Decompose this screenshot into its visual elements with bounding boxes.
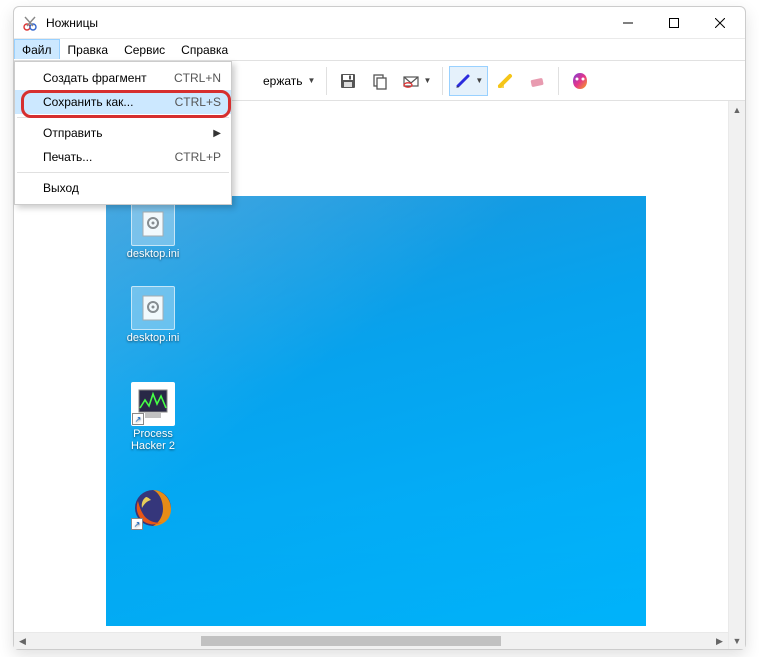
toolbar-separator <box>442 67 443 95</box>
ini-file-icon <box>131 286 175 330</box>
copy-button[interactable] <box>365 66 395 96</box>
menu-exit-label: Выход <box>43 181 221 195</box>
menu-new-snip-shortcut: CTRL+N <box>174 71 221 85</box>
scrollbar-thumb[interactable] <box>201 636 501 646</box>
menu-exit[interactable]: Выход <box>15 176 231 200</box>
menu-separator <box>17 172 229 173</box>
menu-print[interactable]: Печать... CTRL+P <box>15 145 231 169</box>
copy-icon <box>371 72 389 90</box>
shortcut-arrow-icon: ↗ <box>132 413 144 425</box>
desktop-firefox-icon: ↗ <box>120 486 186 532</box>
menu-file[interactable]: Файл Создать фрагмент CTRL+N Сохранить к… <box>14 39 60 60</box>
submenu-chevron-icon: ▶ <box>213 128 221 139</box>
menu-edit[interactable]: Правка <box>60 39 117 60</box>
eraser-button[interactable] <box>522 66 552 96</box>
menu-file-label: Файл <box>22 43 52 57</box>
menu-send-label: Отправить <box>43 126 221 140</box>
scroll-down-icon[interactable]: ▼ <box>729 632 746 649</box>
save-button[interactable] <box>333 66 363 96</box>
scroll-right-icon[interactable]: ▶ <box>711 633 728 650</box>
envelope-icon <box>402 72 420 90</box>
paint3d-icon <box>570 71 590 91</box>
menu-help[interactable]: Справка <box>173 39 236 60</box>
menu-print-label: Печать... <box>43 150 175 164</box>
caret-down-icon: ▼ <box>308 76 316 85</box>
ini-file-icon <box>131 202 175 246</box>
send-button[interactable]: ▼ <box>397 66 436 96</box>
toolbar-separator <box>326 67 327 95</box>
menu-tools[interactable]: Сервис <box>116 39 173 60</box>
scroll-left-icon[interactable]: ◀ <box>14 633 31 650</box>
pen-icon <box>454 72 472 90</box>
close-button[interactable] <box>697 8 743 38</box>
snipping-tool-window: Ножницы Файл Создать фрагмент CTRL+N <box>13 6 746 650</box>
maximize-button[interactable] <box>651 8 697 38</box>
desktop-file-icon: desktop.ini <box>120 202 186 260</box>
menu-print-shortcut: CTRL+P <box>175 150 221 164</box>
firefox-icon: ↗ <box>131 486 175 530</box>
desktop-file-icon: desktop.ini <box>120 286 186 344</box>
titlebar: Ножницы <box>14 7 745 39</box>
menu-help-label: Справка <box>181 43 228 57</box>
window-title: Ножницы <box>46 16 605 30</box>
menu-save-as-shortcut: CTRL+S <box>175 95 221 109</box>
processhacker-icon: ↗ <box>131 382 175 426</box>
delay-button[interactable]: ержать ▼ <box>258 66 320 96</box>
desktop-icon-label: Process Hacker 2 <box>120 428 186 452</box>
menu-tools-label: Сервис <box>124 43 165 57</box>
menu-save-as-label: Сохранить как... <box>43 95 175 109</box>
menubar: Файл Создать фрагмент CTRL+N Сохранить к… <box>14 39 745 61</box>
minimize-button[interactable] <box>605 8 651 38</box>
shortcut-arrow-icon: ↗ <box>131 518 143 530</box>
desktop-icon-label: desktop.ini <box>120 248 186 260</box>
paint3d-button[interactable] <box>565 66 595 96</box>
menu-edit-label: Правка <box>68 43 109 57</box>
menu-new-snip[interactable]: Создать фрагмент CTRL+N <box>15 66 231 90</box>
horizontal-scrollbar[interactable]: ◀ ▶ <box>14 632 728 649</box>
caret-down-icon: ▼ <box>475 76 483 85</box>
window-buttons <box>605 8 743 38</box>
caret-down-icon: ▼ <box>423 76 431 85</box>
highlighter-button[interactable] <box>490 66 520 96</box>
file-menu-dropdown: Создать фрагмент CTRL+N Сохранить как...… <box>14 61 232 205</box>
toolbar-separator <box>558 67 559 95</box>
eraser-icon <box>528 72 546 90</box>
menu-new-snip-label: Создать фрагмент <box>43 71 174 85</box>
desktop-processhacker-icon: ↗ Process Hacker 2 <box>120 382 186 452</box>
scroll-up-icon[interactable]: ▲ <box>729 101 746 118</box>
menu-save-as[interactable]: Сохранить как... CTRL+S <box>15 90 231 114</box>
app-icon <box>22 15 38 31</box>
pen-button[interactable]: ▼ <box>449 66 488 96</box>
menu-separator <box>17 117 229 118</box>
desktop-icon-label: desktop.ini <box>120 332 186 344</box>
screenshot-canvas[interactable]: desktop.ini desktop.ini e ↗ Process Hack… <box>106 196 646 626</box>
delay-button-label: ержать <box>263 74 303 88</box>
save-icon <box>339 72 357 90</box>
highlighter-icon <box>496 72 514 90</box>
menu-send[interactable]: Отправить ▶ <box>15 121 231 145</box>
vertical-scrollbar[interactable]: ▲ ▼ <box>728 101 745 649</box>
